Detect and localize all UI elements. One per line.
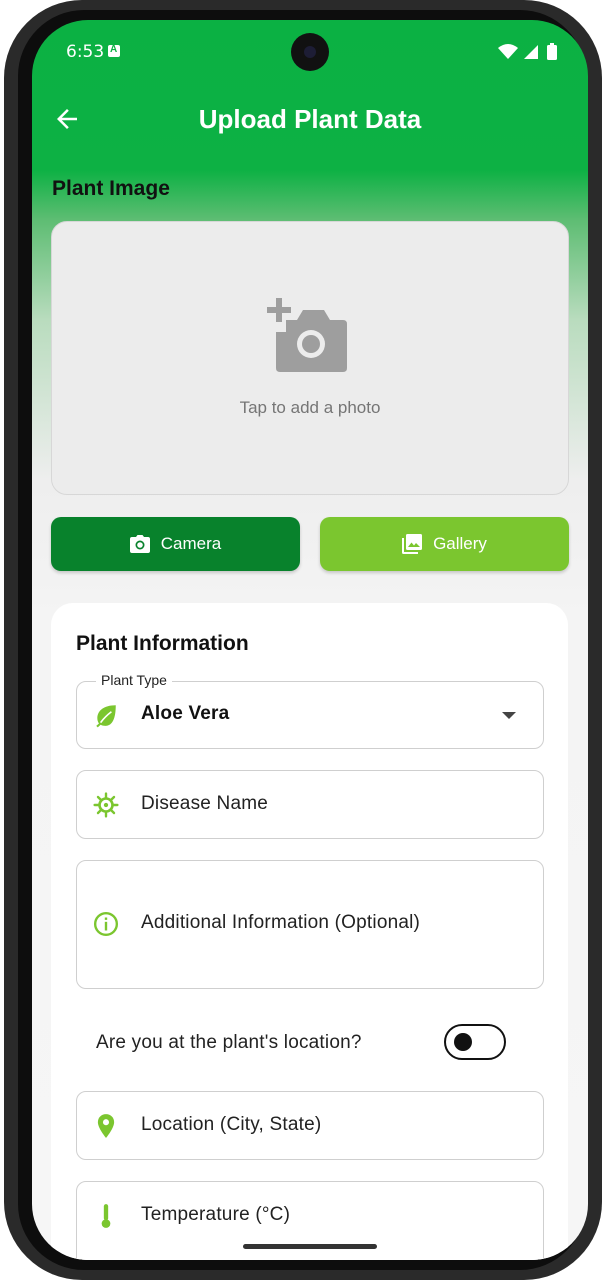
- notification-a-icon: [108, 44, 120, 57]
- switch-knob: [454, 1033, 472, 1051]
- home-indicator[interactable]: [243, 1244, 377, 1249]
- app-bar: Upload Plant Data: [32, 94, 588, 144]
- dropdown-arrow-icon: [502, 712, 516, 719]
- at-location-label: Are you at the plant's location?: [96, 1032, 362, 1053]
- location-field[interactable]: Location (City, State): [76, 1091, 544, 1160]
- status-bar: 6:53: [32, 20, 588, 84]
- disease-name-placeholder: Disease Name: [141, 793, 269, 814]
- camera-button-label: Camera: [160, 534, 222, 553]
- page-title: Upload Plant Data: [198, 104, 422, 134]
- virus-icon: [93, 792, 119, 818]
- tap-to-add-photo-text: Tap to add a photo: [239, 398, 381, 417]
- phone-frame: 6:53 Upload Plant Data Plant Image: [4, 0, 602, 1280]
- camera-button[interactable]: Camera: [51, 517, 300, 571]
- disease-name-field[interactable]: Disease Name: [76, 770, 544, 839]
- temperature-placeholder: Temperature (°C): [141, 1204, 291, 1225]
- plant-type-value: Aloe Vera: [141, 703, 230, 724]
- location-pin-icon: [97, 1114, 115, 1138]
- add-a-photo-icon: [267, 298, 347, 372]
- location-placeholder: Location (City, State): [141, 1114, 322, 1135]
- status-time: 6:53: [66, 42, 105, 62]
- info-icon: [93, 911, 119, 937]
- gallery-button-label: Gallery: [433, 534, 487, 553]
- camera-icon: [129, 535, 150, 553]
- plant-information-card: Plant Information Plant Type Aloe Vera D…: [51, 603, 568, 1260]
- battery-icon: [547, 45, 557, 60]
- plant-image-label: Plant Image: [52, 177, 170, 200]
- screen: 6:53 Upload Plant Data Plant Image: [32, 20, 588, 1260]
- plant-type-label: Plant Type: [96, 672, 172, 688]
- photo-upload-area[interactable]: Tap to add a photo: [51, 221, 569, 495]
- signal-icon: [524, 45, 538, 59]
- at-location-switch[interactable]: [444, 1024, 506, 1060]
- status-icons: [498, 43, 557, 60]
- photo-library-icon: [402, 534, 423, 554]
- thermometer-icon: [101, 1204, 111, 1228]
- plant-type-dropdown[interactable]: Plant Type Aloe Vera: [76, 672, 544, 749]
- additional-information-placeholder: Additional Information (Optional): [141, 912, 421, 933]
- front-camera: [291, 33, 329, 71]
- wifi-icon: [498, 44, 518, 59]
- plant-information-title: Plant Information: [76, 632, 249, 655]
- additional-information-field[interactable]: Additional Information (Optional): [76, 860, 544, 989]
- leaf-icon: [96, 705, 116, 728]
- at-location-row: Are you at the plant's location?: [76, 1023, 542, 1063]
- gallery-button[interactable]: Gallery: [320, 517, 569, 571]
